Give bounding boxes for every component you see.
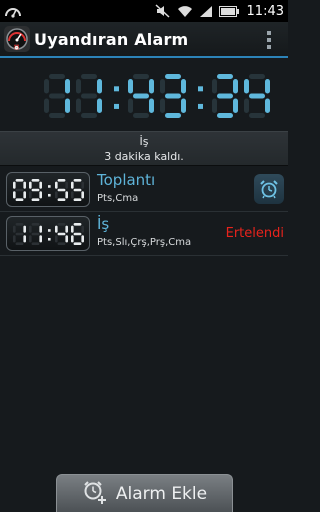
clock-digit: [13, 179, 26, 201]
alarm-label: İş: [97, 215, 110, 233]
clock-digit: [71, 223, 84, 245]
alarm-time-box[interactable]: 11:46: [6, 216, 90, 251]
alarm-clock-icon[interactable]: [254, 174, 284, 204]
signal-icon: [199, 5, 213, 18]
snoozed-status: Ertelendi: [225, 226, 284, 241]
alarm-days: Pts,Cma: [97, 193, 139, 204]
alarm-gauge-icon[interactable]: ⏰: [4, 26, 30, 52]
app-title: Uyandıran Alarm: [34, 29, 189, 49]
clock-digit: [76, 74, 102, 118]
alarm-time-text: 09:55: [7, 173, 8, 174]
clock-colon: [114, 86, 119, 109]
next-alarm-remaining: 3 dakika kaldı.: [104, 150, 184, 163]
clock-digit: [44, 74, 70, 118]
alarm-time-box[interactable]: 09:55: [6, 172, 90, 207]
clock-digit: [71, 179, 84, 201]
clock-digit: [128, 74, 154, 118]
status-time: 11:43: [246, 3, 284, 19]
alarm-row[interactable]: 11:46 İş Pts,Slı,Çrş,Prş,Cma Ertelendi: [0, 212, 288, 256]
clock-digit: [29, 179, 42, 201]
alarm-time-text: 11:46: [7, 217, 8, 218]
clock-colon: [48, 185, 51, 197]
current-time-text: 11:43:34: [0, 128, 1, 129]
add-alarm-button[interactable]: Alarm Ekle: [56, 474, 233, 512]
next-alarm-label: İş: [139, 135, 149, 148]
alarm-row[interactable]: 09:55 Toplantı Pts,Cma: [0, 168, 288, 212]
clock-colon: [48, 229, 51, 241]
overflow-menu-icon[interactable]: [266, 31, 272, 49]
action-bar: ⏰ Uyandıran Alarm: [0, 22, 288, 58]
clock-digit: [13, 223, 26, 245]
svg-text:⏰: ⏰: [14, 44, 20, 51]
current-time-display: 11:43:34: [0, 62, 288, 128]
add-alarm-label: Alarm Ekle: [115, 483, 208, 504]
clock-digit: [55, 179, 68, 201]
status-bar: 11:43: [0, 0, 288, 22]
clock-digit: [29, 223, 42, 245]
clock-digit: [212, 74, 238, 118]
alarm-label: Toplantı: [97, 171, 156, 189]
clock-digit: [55, 223, 68, 245]
speedometer-icon: [4, 3, 22, 19]
alarm-days: Pts,Slı,Çrş,Prş,Cma: [97, 237, 192, 248]
wifi-icon: [177, 5, 193, 18]
clock-digit: [160, 74, 186, 118]
mute-icon: [155, 4, 171, 18]
battery-icon: [218, 5, 239, 17]
next-alarm-banner: İş 3 dakika kaldı.: [0, 131, 288, 166]
add-alarm-icon: [82, 479, 108, 509]
clock-digit: [244, 74, 270, 118]
clock-colon: [198, 86, 203, 109]
